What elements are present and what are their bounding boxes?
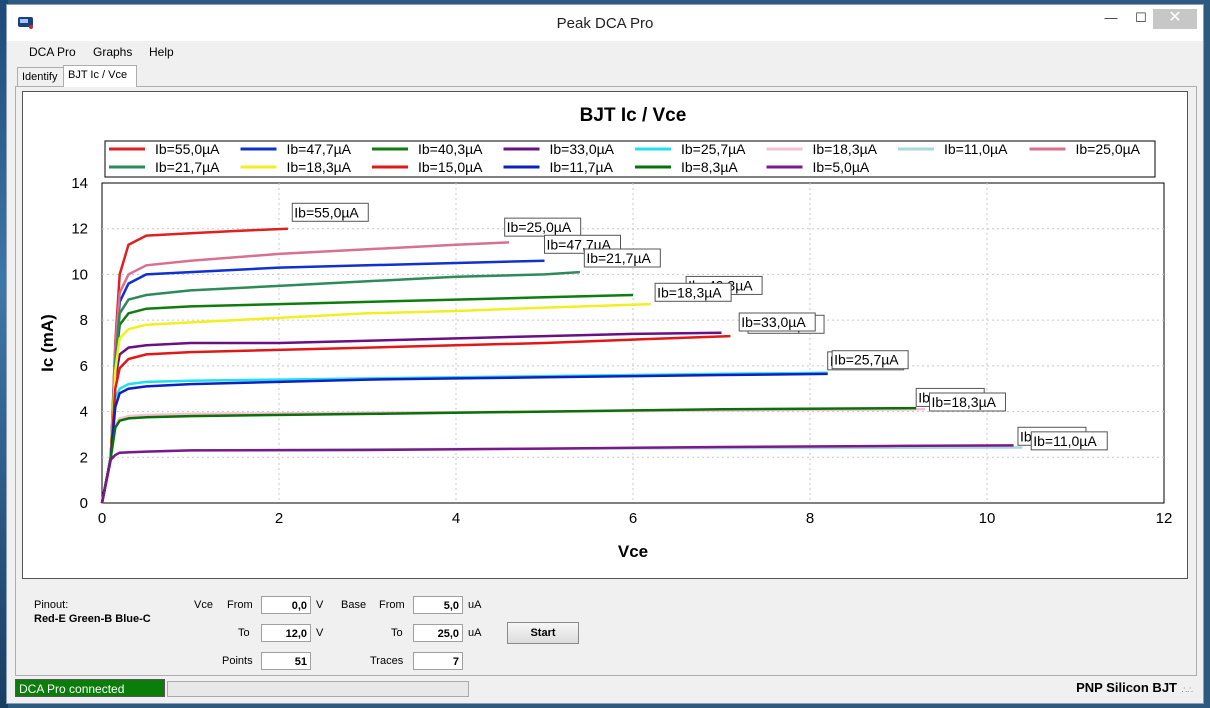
legend-entry: Ib=8,3µA xyxy=(681,159,738,175)
x-tick-label: 2 xyxy=(275,510,283,527)
legend-entry: Ib=33,0µA xyxy=(550,141,615,157)
base-to-unit: uA xyxy=(468,627,482,639)
pinout-value: Red-E Green-B Blue-C xyxy=(34,613,151,625)
traces-input[interactable]: 7 xyxy=(413,652,463,670)
legend-entry: Ib=25,0µA xyxy=(1076,141,1141,157)
base-from-label: From xyxy=(379,599,405,611)
vce-label: Vce xyxy=(194,599,213,611)
legend-entry: Ib=11,0µA xyxy=(944,141,1008,157)
tab-panel: BJT Ic / Vce 0 2 4 6 8 10 12 0 2 4 6 8 10 12 14 Vce Ic (m… xyxy=(15,86,1197,676)
y-tick-label: 0 xyxy=(80,495,88,512)
annotation-label: Ib=18,3µA xyxy=(931,394,996,410)
legend-entry: Ib=55,0µA xyxy=(155,141,220,157)
window-title: Peak DCA Pro xyxy=(556,15,654,32)
y-axis-label: Ic (mA) xyxy=(38,314,57,372)
vce-from-label: From xyxy=(227,599,253,611)
device-type: PNP Silicon BJT xyxy=(1076,680,1177,695)
y-tick-label: 8 xyxy=(80,312,88,329)
x-tick-label: 6 xyxy=(629,510,637,527)
menu-graphs[interactable]: Graphs xyxy=(93,45,132,59)
minimize-button[interactable]: — xyxy=(1095,9,1127,29)
pinout-label: Pinout: xyxy=(34,599,69,611)
annotation-label: Ib=55,0µA xyxy=(294,204,359,220)
annotation-label: Ib=11,0µA xyxy=(1033,433,1097,449)
legend-entry: Ib=40,3µA xyxy=(418,141,483,157)
annotation-label: Ib=33,0µA xyxy=(741,314,806,330)
base-from-input[interactable]: 5,0 xyxy=(413,596,463,614)
annotation-label: Ib=25,7µA xyxy=(834,352,899,368)
chart-area: BJT Ic / Vce 0 2 4 6 8 10 12 0 2 4 6 8 10 12 14 Vce Ic (m… xyxy=(22,91,1188,579)
base-from-unit: uA xyxy=(468,599,482,611)
legend-entry: Ib=18,3µA xyxy=(813,141,878,157)
ic-vce-chart: BJT Ic / Vce 0 2 4 6 8 10 12 0 2 4 6 8 10 12 14 Vce Ic (m… xyxy=(38,105,1173,561)
annotation-label: Ib=25,0µA xyxy=(507,219,572,235)
progress-bar xyxy=(167,681,469,697)
menu-dca-pro[interactable]: DCA Pro xyxy=(29,45,76,59)
legend-entry: Ib=21,7µA xyxy=(155,159,220,175)
x-tick-label: 10 xyxy=(979,510,996,527)
y-tick-label: 4 xyxy=(80,404,88,421)
x-tick-label: 4 xyxy=(452,510,460,527)
resize-grip-icon[interactable]: ∴∴ xyxy=(1182,685,1193,696)
tab-bjt-ic-vce[interactable]: BJT Ic / Vce xyxy=(63,65,137,87)
legend-entry: Ib=25,7µA xyxy=(681,141,746,157)
y-tick-label: 6 xyxy=(80,358,88,375)
vce-to-label: To xyxy=(238,627,250,639)
connection-status: DCA Pro connected xyxy=(15,679,165,697)
title-bar: Peak DCA Pro — ☐ ✕ xyxy=(7,5,1203,41)
app-window: Peak DCA Pro — ☐ ✕ DCA Pro Graphs Help I… xyxy=(6,4,1204,704)
base-to-input[interactable]: 25,0 xyxy=(413,624,463,642)
start-button[interactable]: Start xyxy=(507,622,579,644)
y-tick-label: 2 xyxy=(80,449,88,466)
annotation-label: Ib=18,3µA xyxy=(657,284,722,300)
points-label: Points xyxy=(222,655,253,667)
vce-from-input[interactable]: 0,0 xyxy=(261,596,311,614)
chart-title: BJT Ic / Vce xyxy=(580,105,687,126)
x-tick-label: 8 xyxy=(806,510,814,527)
annotation-label: Ib=21,7µA xyxy=(586,250,651,266)
vce-to-input[interactable]: 12,0 xyxy=(261,624,311,642)
menu-bar: DCA Pro Graphs Help xyxy=(15,41,1195,63)
x-axis-label: Vce xyxy=(618,542,648,561)
tab-identify[interactable]: Identify xyxy=(17,67,65,87)
menu-help[interactable]: Help xyxy=(149,45,174,59)
legend-entry: Ib=18,3µA xyxy=(287,159,352,175)
x-tick-label: 0 xyxy=(98,510,106,527)
x-tick-label: 12 xyxy=(1156,510,1173,527)
traces-label: Traces xyxy=(370,655,404,667)
legend-entry: Ib=11,7µA xyxy=(550,159,614,175)
legend-entry: Ib=15,0µA xyxy=(418,159,483,175)
y-tick-label: 12 xyxy=(71,221,88,238)
base-label: Base xyxy=(341,599,367,611)
legend-entry: Ib=5,0µA xyxy=(813,159,870,175)
vce-to-unit: V xyxy=(316,627,324,639)
y-tick-label: 10 xyxy=(71,266,88,283)
legend-entry: Ib=47,7µA xyxy=(287,141,352,157)
vce-from-unit: V xyxy=(316,599,324,611)
y-tick-label: 14 xyxy=(71,175,88,192)
points-input[interactable]: 51 xyxy=(261,652,311,670)
close-button[interactable]: ✕ xyxy=(1153,9,1197,29)
base-to-label: To xyxy=(391,627,403,639)
status-bar: DCA Pro connected PNP Silicon BJT ∴∴ xyxy=(15,679,1197,699)
